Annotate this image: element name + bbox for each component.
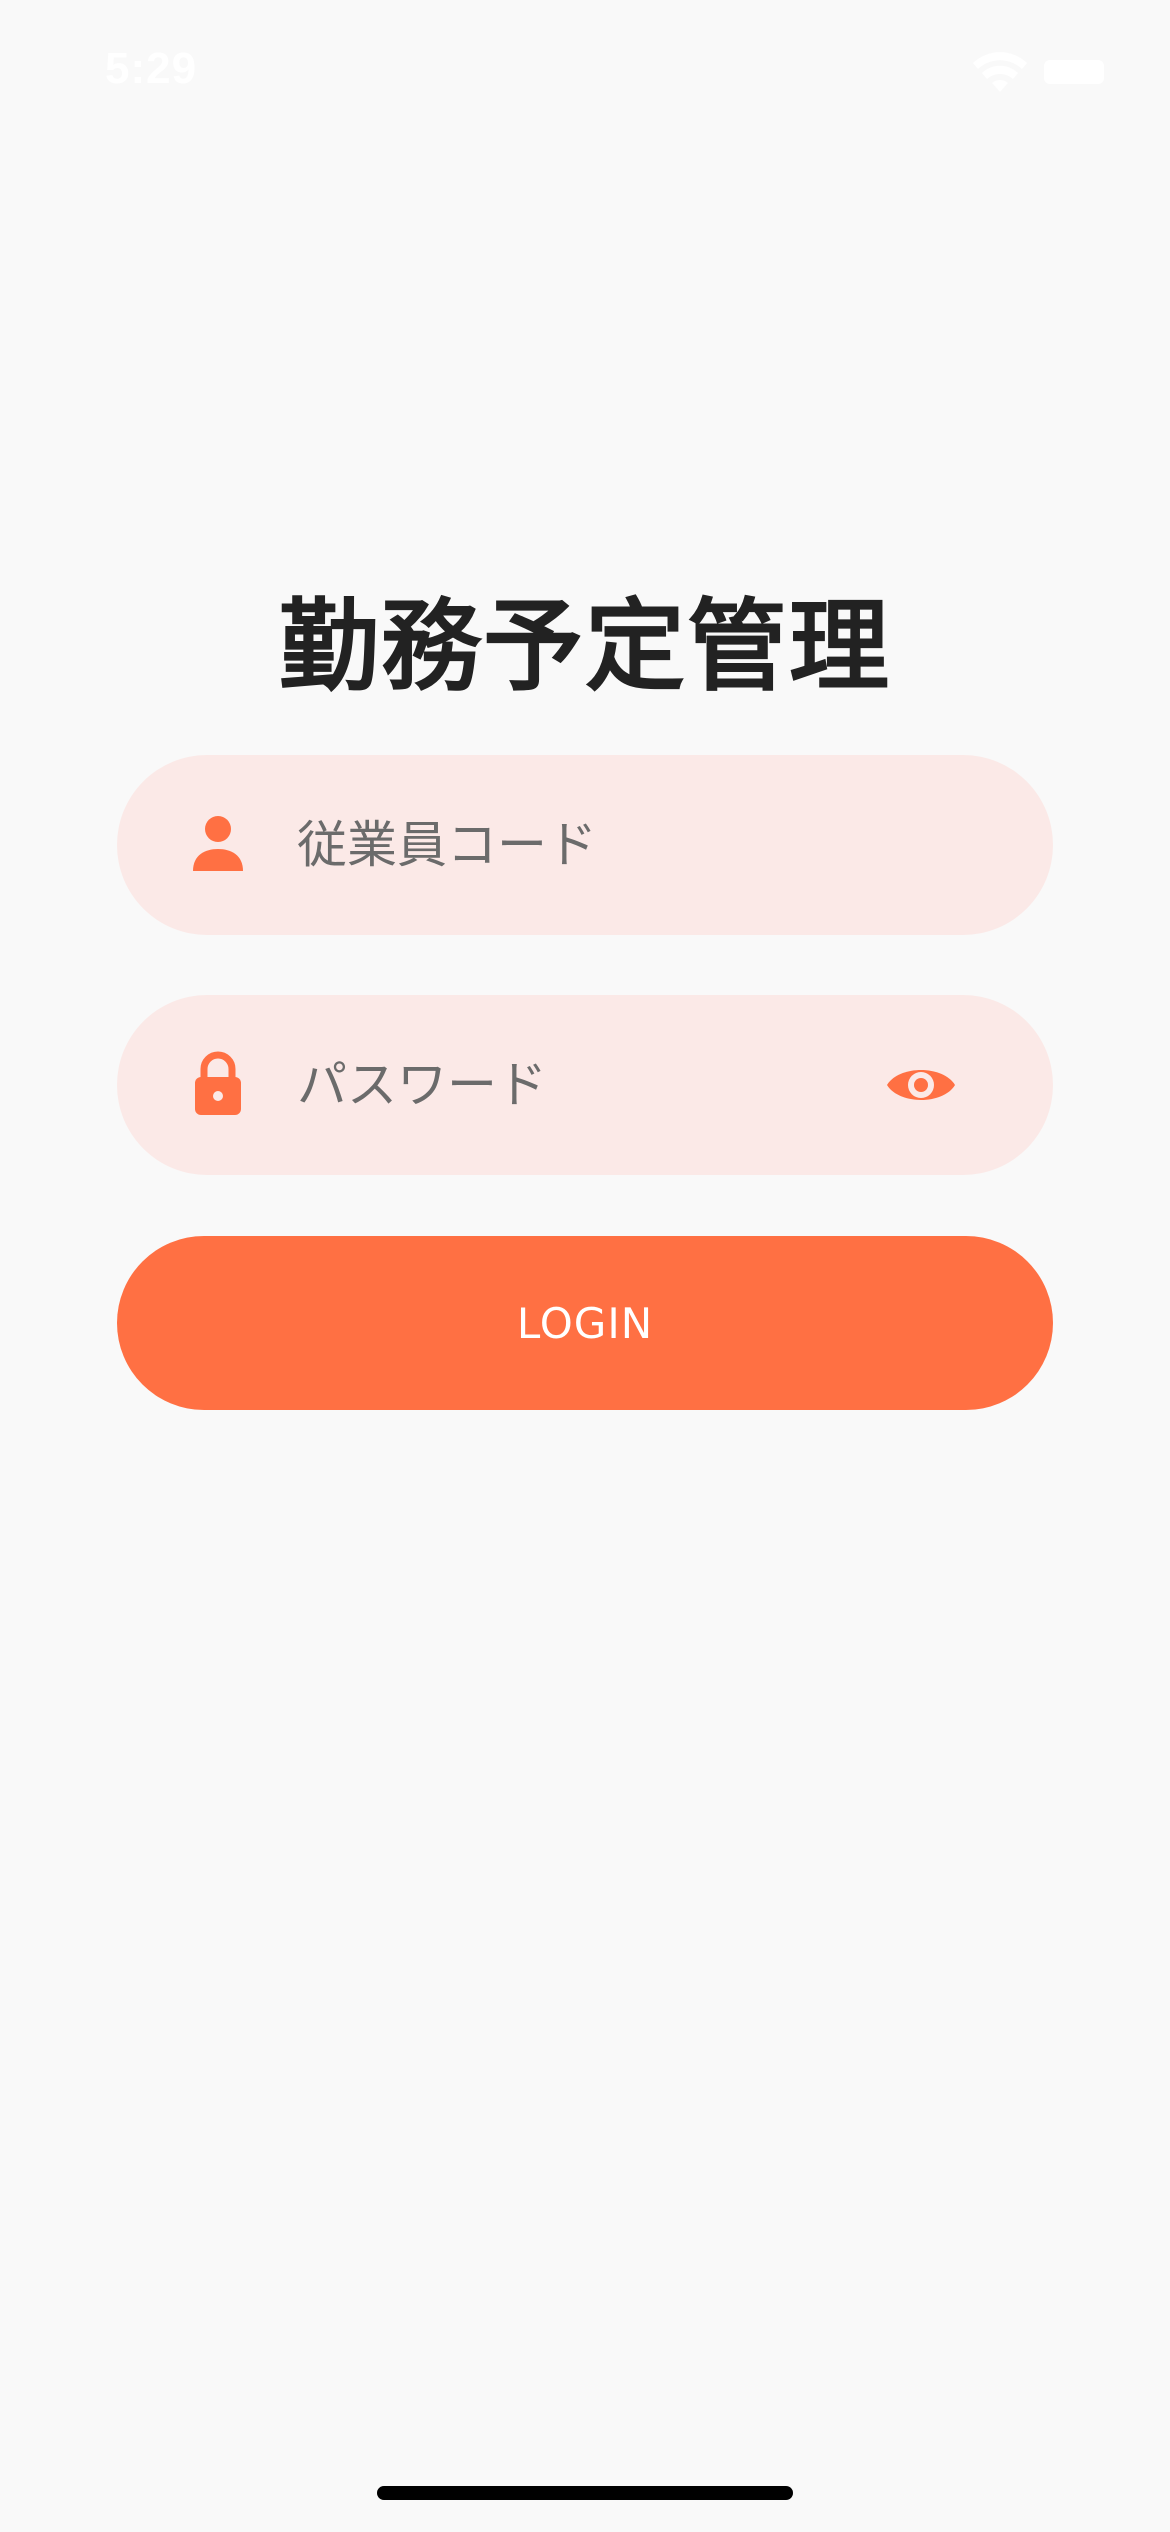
status-time: 5:29 <box>105 44 198 93</box>
page-title: 勤務予定管理 <box>279 588 891 705</box>
battery-icon <box>1044 60 1104 84</box>
employee-code-input[interactable] <box>297 795 937 895</box>
login-screen: 5:29 勤務予定管理 LOGIN <box>0 0 1170 2532</box>
employee-code-field[interactable] <box>117 755 1053 935</box>
eye-icon[interactable] <box>885 1053 957 1117</box>
home-indicator <box>377 2486 793 2500</box>
person-icon <box>193 816 243 871</box>
lock-icon <box>195 1051 241 1115</box>
wifi-icon <box>973 52 1027 92</box>
password-field[interactable] <box>117 995 1053 1175</box>
password-input[interactable] <box>297 1035 937 1135</box>
login-button[interactable]: LOGIN <box>117 1236 1053 1410</box>
status-bar: 5:29 <box>0 0 1170 150</box>
